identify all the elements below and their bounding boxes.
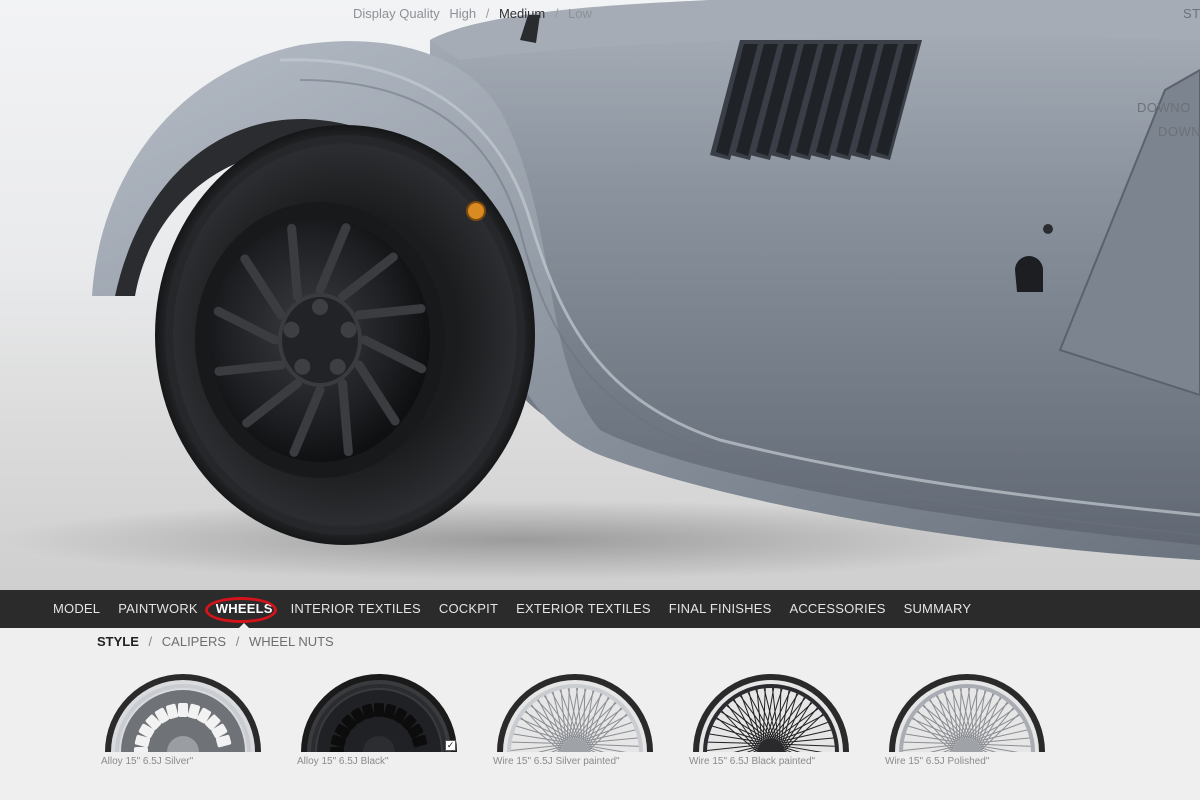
wheel-label: Wire 15" 6.5J Silver painted" [493,756,620,767]
wire-wheel-black-thumbnail [693,674,849,752]
car-viewport[interactable]: Display Quality High / Medium / Low ST D… [0,0,1200,590]
wheel-label: Wire 15" 6.5J Black painted" [689,756,816,767]
display-quality-label: Display Quality [353,6,440,21]
nav-item-accessories[interactable]: ACCESSORIES [780,590,894,628]
nav-item-cockpit[interactable]: COCKPIT [430,590,507,628]
subnav-separator: / [235,634,240,649]
wheel-option-alloy-silver[interactable]: Alloy 15" 6.5J Silver" [101,670,271,780]
nav-item-model[interactable]: MODEL [44,590,109,628]
quality-option-high[interactable]: High [449,6,476,21]
quality-option-low[interactable]: Low [568,6,592,21]
wire-wheel-silver-thumbnail [497,674,653,752]
main-nav: MODEL PAINTWORK WHEELS INTERIOR TEXTILES… [0,590,1200,628]
car-render [0,0,1200,580]
subnav-item-wheel-nuts[interactable]: WHEEL NUTS [249,634,334,649]
download-link-2[interactable]: DOWN [1158,124,1200,139]
wheel-option-alloy-black[interactable]: ✓ Alloy 15" 6.5J Black" [297,670,467,780]
nav-item-exterior-textiles[interactable]: EXTERIOR TEXTILES [507,590,660,628]
quality-separator: / [485,6,490,21]
top-right-link[interactable]: ST [1183,6,1200,21]
wheel-option-wire-polished[interactable]: Wire 15" 6.5J Polished" [885,670,1055,780]
quality-separator: / [554,6,559,21]
wheel-label: Alloy 15" 6.5J Silver" [101,756,194,767]
nav-item-interior-textiles[interactable]: INTERIOR TEXTILES [282,590,430,628]
selected-checkbox-icon[interactable]: ✓ [445,740,456,751]
wheel-label: Wire 15" 6.5J Polished" [885,756,990,767]
wheel-label: Alloy 15" 6.5J Black" [297,756,389,767]
subnav-separator: / [148,634,153,649]
wire-wheel-polished-thumbnail [889,674,1045,752]
wheel-option-wire-black[interactable]: Wire 15" 6.5J Black painted" [689,670,859,780]
subnav-item-calipers[interactable]: CALIPERS [162,634,226,649]
download-link-1[interactable]: DOWNO [1137,100,1191,115]
wheel-gallery: Alloy 15" 6.5J Silver" ✓ Alloy 15" 6.5J … [0,670,1200,800]
subnav-item-style[interactable]: STYLE [97,634,139,649]
quality-option-medium[interactable]: Medium [499,6,545,21]
alloy-wheel-silver-thumbnail [105,674,261,752]
nav-item-final-finishes[interactable]: FINAL FINISHES [660,590,781,628]
wheel-option-wire-silver[interactable]: Wire 15" 6.5J Silver painted" [493,670,663,780]
nav-item-wheels[interactable]: WHEELS [207,590,282,628]
nav-item-summary[interactable]: SUMMARY [895,590,981,628]
display-quality-selector: Display Quality High / Medium / Low [353,6,598,21]
alloy-wheel-black-thumbnail [301,674,457,752]
sub-nav: STYLE / CALIPERS / WHEEL NUTS [97,634,334,649]
nav-item-paintwork[interactable]: PAINTWORK [109,590,207,628]
